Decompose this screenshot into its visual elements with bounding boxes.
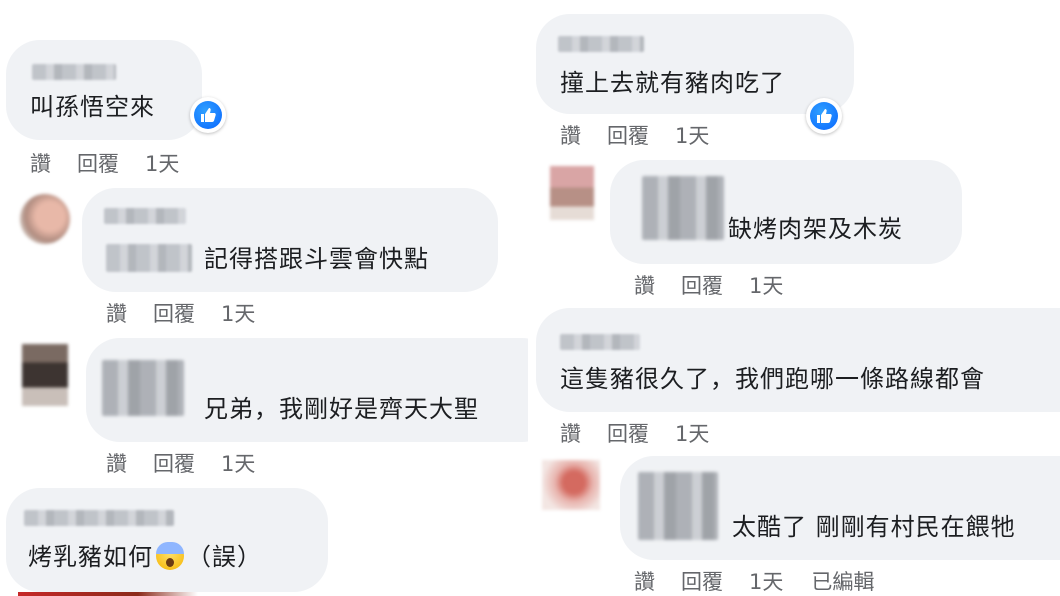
commenter-name-redacted[interactable] [102, 360, 184, 416]
timestamp[interactable]: 1天 [221, 448, 255, 478]
mention-redacted [106, 244, 192, 272]
reply-link[interactable]: 回覆 [681, 270, 723, 300]
commenter-name-redacted[interactable] [642, 176, 724, 240]
commenter-name-redacted[interactable] [32, 64, 116, 80]
like-link[interactable]: 讚 [634, 270, 655, 300]
reply-link[interactable]: 回覆 [681, 566, 723, 596]
commenter-name-redacted[interactable] [104, 208, 186, 224]
timestamp[interactable]: 1天 [675, 418, 709, 448]
comment-text: 這隻豬很久了，我們跑哪一條路線都會 [560, 365, 985, 393]
comment-text: 缺烤肉架及木炭 [728, 215, 903, 243]
comment-actions: 讚回覆 1天 已編輯 [634, 566, 900, 596]
like-link[interactable]: 讚 [106, 298, 127, 328]
comment-actions: 讚回覆 1天 [106, 298, 283, 328]
image-preview-strip [18, 592, 318, 596]
like-link[interactable]: 讚 [560, 120, 581, 150]
comment-text: 叫孫悟空來 [30, 93, 155, 121]
like-link[interactable]: 讚 [634, 566, 655, 596]
commenter-avatar[interactable] [20, 194, 70, 244]
like-link[interactable]: 讚 [30, 148, 51, 178]
commenter-avatar[interactable] [550, 166, 594, 220]
timestamp[interactable]: 1天 [221, 298, 255, 328]
like-link[interactable]: 讚 [106, 448, 127, 478]
comment-bubble: 烤乳豬如何 （誤） [6, 488, 328, 592]
comment-bubble: 記得搭跟斗雲會快點 [82, 188, 498, 292]
commenter-avatar[interactable] [542, 460, 600, 510]
commenter-avatar[interactable] [22, 344, 68, 406]
timestamp[interactable]: 1天 [749, 566, 783, 596]
like-link[interactable]: 讚 [560, 418, 581, 448]
timestamp[interactable]: 1天 [145, 148, 179, 178]
comment-text: 記得搭跟斗雲會快點 [204, 245, 429, 273]
reply-link[interactable]: 回覆 [153, 298, 195, 328]
comment-bubble: 撞上去就有豬肉吃了 [536, 14, 854, 114]
comment-bubble: 兄弟，我剛好是齊天大聖 [86, 338, 528, 442]
comment-actions: 讚回覆 1天 [30, 148, 207, 178]
like-reaction-icon[interactable] [190, 97, 226, 133]
comment-text: 兄弟，我剛好是齊天大聖 [204, 395, 479, 423]
commenter-name-redacted[interactable] [558, 36, 644, 52]
comment-bubble: 缺烤肉架及木炭 [610, 160, 962, 264]
reply-link[interactable]: 回覆 [607, 120, 649, 150]
reply-link[interactable]: 回覆 [77, 148, 119, 178]
timestamp[interactable]: 1天 [749, 270, 783, 300]
commenter-name-redacted[interactable] [24, 510, 174, 526]
comment-actions: 讚回覆 1天 [106, 448, 283, 478]
timestamp[interactable]: 1天 [675, 120, 709, 150]
comment-text: 烤乳豬如何 （誤） [28, 542, 262, 571]
commenter-name-redacted[interactable] [638, 472, 718, 540]
reply-link[interactable]: 回覆 [153, 448, 195, 478]
screaming-face-icon [156, 542, 184, 570]
comment-actions: 讚回覆 1天 [560, 418, 737, 448]
comment-text: 撞上去就有豬肉吃了 [560, 69, 785, 97]
left-comment-column: 叫孫悟空來 讚回覆 1天 記得搭跟斗雲會快點 讚回覆 1天 兄弟，我剛好是齊天大聖 … [0, 0, 528, 596]
comment-bubble: 太酷了 剛剛有村民在餵牠 [620, 456, 1060, 560]
like-reaction-icon[interactable] [806, 98, 842, 134]
comment-actions: 讚回覆 1天 [560, 120, 737, 150]
right-comment-column: 撞上去就有豬肉吃了 讚回覆 1天 缺烤肉架及木炭 讚回覆 1天 這隻豬很久了，我們跑… [528, 0, 1060, 596]
edited-label: 已編輯 [811, 570, 875, 594]
commenter-name-redacted[interactable] [560, 334, 640, 350]
comment-text: 太酷了 剛剛有村民在餵牠 [732, 513, 1016, 541]
reply-link[interactable]: 回覆 [607, 418, 649, 448]
comment-bubble: 叫孫悟空來 [6, 40, 202, 140]
comment-actions: 讚回覆 1天 [634, 270, 811, 300]
comment-bubble: 這隻豬很久了，我們跑哪一條路線都會 [536, 308, 1060, 412]
